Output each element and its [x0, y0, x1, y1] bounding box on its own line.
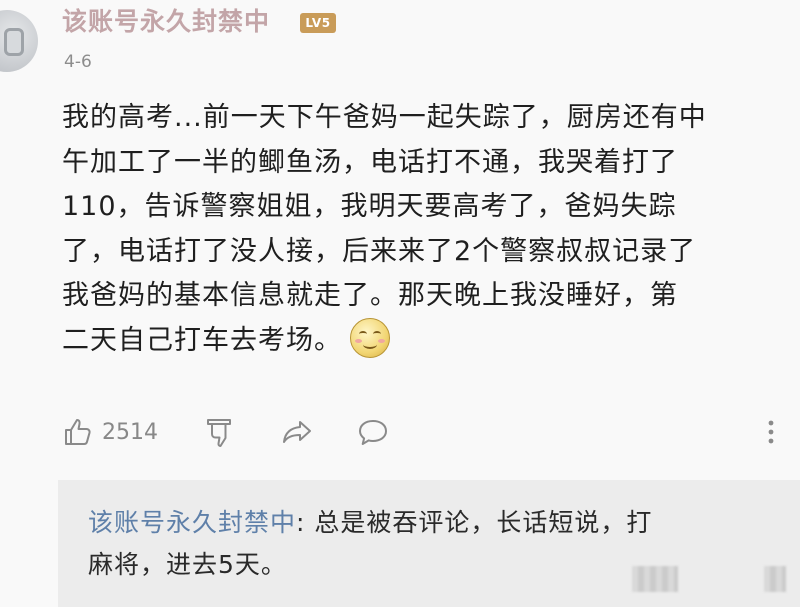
share-button[interactable] [280, 412, 314, 452]
comment-line-text: 二天自己打车去考场。 [62, 324, 342, 356]
comment-username[interactable]: 该账号永久封禁中 [62, 4, 270, 40]
smiling-face-emoji-icon [350, 318, 390, 358]
reply-preview[interactable]: 该账号永久封禁中: 总是被吞评论，长话短说，打 麻将，进去5天。 [58, 480, 800, 607]
comment-line: 我的高考...前一天下午爸妈一起失踪了，厨房还有中 [62, 102, 707, 133]
user-avatar[interactable] [0, 10, 38, 72]
dislike-button[interactable] [204, 412, 236, 452]
blurred-watermark [764, 566, 786, 592]
reply-username[interactable]: 该账号永久封禁中 [88, 508, 296, 537]
comment-button[interactable] [356, 412, 390, 452]
comment-line: 110，告诉警察姐姐，我明天要高考了，爸妈失踪 [62, 191, 677, 222]
like-button[interactable]: 2514 [62, 412, 158, 452]
thumbs-up-icon [65, 419, 91, 445]
comment-line-last: 二天自己打车去考场。 [62, 318, 782, 364]
reply-text: 该账号永久封禁中: 总是被吞评论，长话短说，打 麻将，进去5天。 [88, 502, 788, 586]
comment-date: 4-6 [64, 52, 92, 72]
like-count: 2514 [102, 419, 158, 445]
comment-card: 该账号永久封禁中 LV5 4-6 我的高考...前一天下午爸妈一起失踪了，厨房还… [0, 0, 800, 607]
reply-line-1: 总是被吞评论，长话短说，打 [305, 508, 653, 537]
blurred-watermark [632, 566, 678, 592]
comment-line: 我爸妈的基本信息就走了。那天晚上我没睡好，第 [62, 280, 678, 311]
comment-line: 午加工了一半的鲫鱼汤，电话打不通，我哭着打了 [62, 146, 678, 178]
share-arrow-icon [283, 421, 311, 443]
comment-actions: 2514 [58, 412, 798, 452]
avatar-glyph-icon [4, 28, 24, 56]
reply-line-2: 麻将，进去5天。 [88, 550, 287, 579]
speech-bubble-icon [359, 420, 387, 445]
level-badge: LV5 [300, 13, 336, 33]
comment-line: 了，电话打了没人接，后来来了2个警察叔叔记录了 [62, 235, 697, 267]
comment-body: 我的高考...前一天下午爸妈一起失踪了，厨房还有中 午加工了一半的鲫鱼汤，电话打… [62, 96, 782, 363]
more-options-button[interactable] [766, 412, 776, 452]
vertical-dots-icon [768, 420, 774, 444]
thumbs-down-icon [207, 419, 231, 447]
